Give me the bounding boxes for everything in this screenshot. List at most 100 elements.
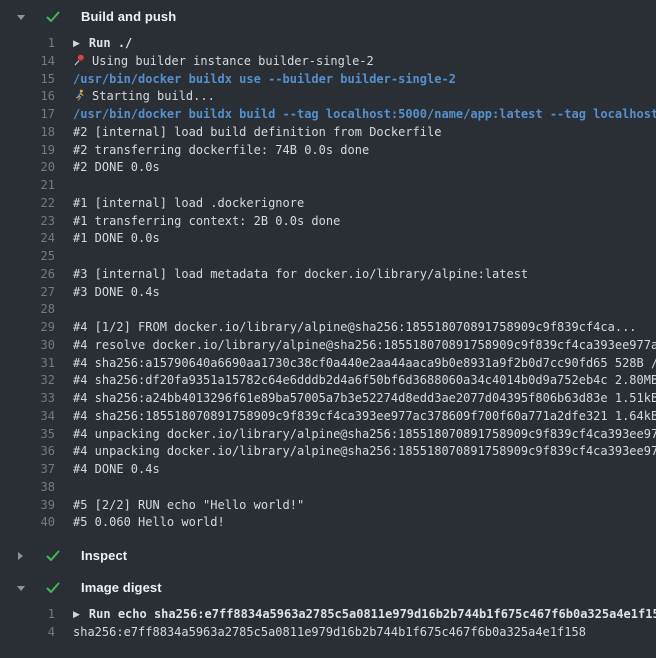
line-number[interactable]: 34 <box>0 408 55 426</box>
log-line: 18#2 [internal] load build definition fr… <box>0 124 656 142</box>
log-text: #2 DONE 0.0s <box>73 159 160 177</box>
line-number[interactable]: 39 <box>0 497 55 515</box>
section-title-image-digest: Image digest <box>81 580 162 595</box>
log-text-content: #1 DONE 0.0s <box>73 231 160 245</box>
line-number[interactable]: 35 <box>0 426 55 444</box>
play-icon[interactable]: ▶ <box>73 36 80 53</box>
log-text: ▶ Run ./ <box>73 35 132 53</box>
log-line: 31 #4 sha256:a15790640a6690aa1730c38cf0a4… <box>0 355 656 373</box>
log-line: 33 #4 sha256:a24bb4013296f61e89ba57005a7b… <box>0 390 656 408</box>
log-text-content: #4 sha256:df20fa9351a15782c64e6dddb2d4a6… <box>73 373 656 387</box>
line-number[interactable]: 17 <box>0 106 55 124</box>
runner-icon <box>73 89 85 106</box>
log-text-content: Run ./ <box>89 36 132 50</box>
log-text: #4 DONE 0.4s <box>73 461 160 479</box>
chevron-down-icon[interactable] <box>16 584 38 592</box>
line-number[interactable]: 26 <box>0 266 55 284</box>
log-lines-build-and-push: 1 ▶ Run ./ 14 Using builder instance builder… <box>0 32 656 539</box>
line-number[interactable]: 1 <box>0 35 55 53</box>
log-text: Using builder instance builder-single-2 <box>73 53 374 71</box>
chevron-right-icon[interactable] <box>16 551 38 561</box>
log-text: #4 [1/2] FROM docker.io/library/alpine@s… <box>73 319 637 337</box>
log-line: 35 #4 unpacking docker.io/library/alpine@… <box>0 426 656 444</box>
line-number[interactable]: 16 <box>0 88 55 106</box>
line-number[interactable]: 25 <box>0 248 55 266</box>
play-icon[interactable]: ▶ <box>73 607 80 624</box>
line-number[interactable]: 32 <box>0 372 55 390</box>
line-number[interactable]: 14 <box>0 53 55 71</box>
log-text: #3 [internal] load metadata for docker.i… <box>73 266 528 284</box>
line-number[interactable]: 20 <box>0 159 55 177</box>
line-number[interactable]: 33 <box>0 390 55 408</box>
log-line: 21 <box>0 177 656 195</box>
line-number[interactable]: 37 <box>0 461 55 479</box>
section-inspect: Inspect <box>0 539 656 571</box>
log-text: #4 unpacking docker.io/library/alpine@sh… <box>73 426 656 444</box>
log-line: 14 Using builder instance builder-single-… <box>0 53 656 71</box>
log-text: #4 sha256:a15790640a6690aa1730c38cf0a440… <box>73 355 656 373</box>
log-line: 1▶Run echo sha256:e7ff8834a5963a2785c5a0… <box>0 606 656 624</box>
log-line: 36#4 unpacking docker.io/library/alpine@… <box>0 443 656 461</box>
log-text-content: #4 resolve docker.io/library/alpine@sha2… <box>73 338 656 352</box>
line-number[interactable]: 23 <box>0 213 55 231</box>
line-number[interactable]: 19 <box>0 142 55 160</box>
line-number[interactable]: 18 <box>0 124 55 142</box>
log-line: 38 <box>0 479 656 497</box>
section-header-build-and-push[interactable]: Build and push <box>0 0 656 32</box>
log-line: 25 <box>0 248 656 266</box>
log-text: #1 transferring context: 2B 0.0s done <box>73 213 340 231</box>
log-line: 19 #2 transferring dockerfile: 74B 0.0s d… <box>0 142 656 160</box>
log-text: Starting build... <box>73 88 215 106</box>
line-number[interactable]: 30 <box>0 337 55 355</box>
line-number[interactable]: 1 <box>0 606 55 624</box>
log-text: #2 transferring dockerfile: 74B 0.0s don… <box>73 142 369 160</box>
log-line: 16 Starting build... <box>0 88 656 106</box>
check-icon <box>46 11 72 23</box>
log-text-content: /usr/bin/docker buildx build --tag local… <box>73 107 656 121</box>
line-number[interactable]: 21 <box>0 177 55 195</box>
log-text-content: #3 DONE 0.4s <box>73 285 160 299</box>
log-text: #5 0.060 Hello world! <box>73 514 225 532</box>
log-line: 29 #4 [1/2] FROM docker.io/library/alpine… <box>0 319 656 337</box>
log-text: /usr/bin/docker buildx use --builder bui… <box>73 71 456 89</box>
log-viewer: Build and push1▶Run ./14Using builder in… <box>0 0 656 658</box>
line-number[interactable]: 40 <box>0 514 55 532</box>
log-text: #1 [internal] load .dockerignore <box>73 195 304 213</box>
log-text: #4 sha256:185518070891758909c9f839cf4ca3… <box>73 408 656 426</box>
log-text: sha256:e7ff8834a5963a2785c5a0811e979d16b… <box>73 624 586 642</box>
log-text-content: #2 DONE 0.0s <box>73 160 160 174</box>
line-number[interactable]: 15 <box>0 71 55 89</box>
line-number[interactable]: 29 <box>0 319 55 337</box>
log-text: #3 DONE 0.4s <box>73 284 160 302</box>
log-line: 22 #1 [internal] load .dockerignore <box>0 195 656 213</box>
section-header-inspect[interactable]: Inspect <box>0 539 656 571</box>
line-number[interactable]: 24 <box>0 230 55 248</box>
log-text-content: #4 [1/2] FROM docker.io/library/alpine@s… <box>73 320 637 334</box>
log-line: 32 #4 sha256:df20fa9351a15782c64e6dddb2d4… <box>0 372 656 390</box>
log-text-content: #4 sha256:a24bb4013296f61e89ba57005a7b3e… <box>73 391 656 405</box>
section-header-image-digest[interactable]: Image digest <box>0 571 656 603</box>
log-text-content: Using builder instance builder-single-2 <box>92 54 374 68</box>
section-image-digest: Image digest1▶Run echo sha256:e7ff8834a5… <box>0 571 656 649</box>
log-text-content: #1 transferring context: 2B 0.0s done <box>73 214 340 228</box>
log-line: 1 ▶ Run ./ <box>0 35 656 53</box>
line-number[interactable]: 27 <box>0 284 55 302</box>
log-line: 30 #4 resolve docker.io/library/alpine@sh… <box>0 337 656 355</box>
chevron-down-icon[interactable] <box>16 13 38 21</box>
log-text: #4 sha256:df20fa9351a15782c64e6dddb2d4a6… <box>73 372 656 390</box>
log-lines-image-digest: 1▶Run echo sha256:e7ff8834a5963a2785c5a0… <box>0 603 656 649</box>
line-number[interactable]: 28 <box>0 301 55 319</box>
log-line: 23 #1 transferring context: 2B 0.0s done <box>0 213 656 231</box>
log-text-content: #4 sha256:a15790640a6690aa1730c38cf0a440… <box>73 356 656 370</box>
log-text-content: #2 transferring dockerfile: 74B 0.0s don… <box>73 143 369 157</box>
log-text: /usr/bin/docker buildx build --tag local… <box>73 106 656 124</box>
line-number[interactable]: 22 <box>0 195 55 213</box>
line-number[interactable]: 36 <box>0 443 55 461</box>
log-line: 28 <box>0 301 656 319</box>
check-icon <box>46 582 72 594</box>
log-text-content: /usr/bin/docker buildx use --builder bui… <box>73 72 456 86</box>
log-text-content: #4 unpacking docker.io/library/alpine@sh… <box>73 427 656 441</box>
line-number[interactable]: 4 <box>0 624 55 642</box>
line-number[interactable]: 38 <box>0 479 55 497</box>
line-number[interactable]: 31 <box>0 355 55 373</box>
